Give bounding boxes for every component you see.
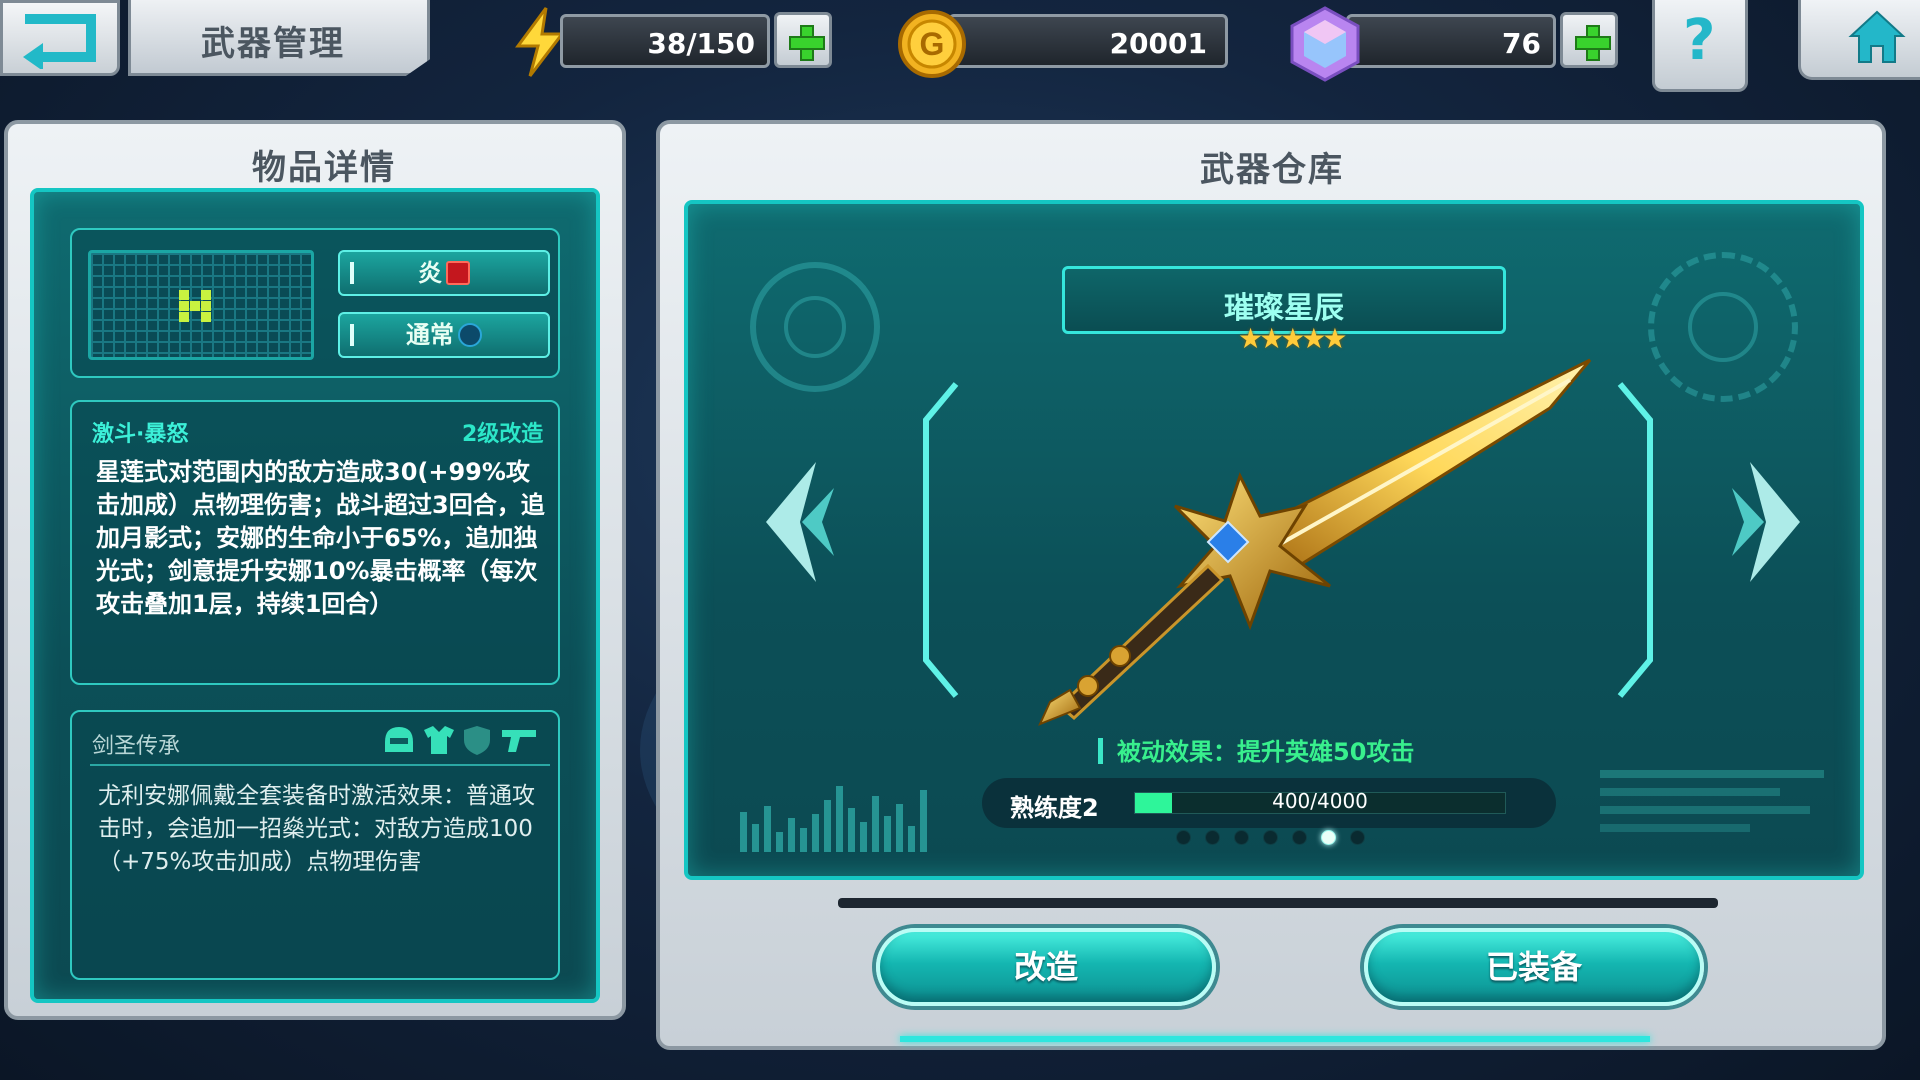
svg-text:G: G	[920, 26, 945, 62]
previous-weapon-arrow[interactable]	[746, 452, 836, 592]
detail-panel-title: 物品详情	[252, 148, 396, 188]
set-piece-icons	[382, 722, 542, 758]
help-icon: ?	[1683, 8, 1716, 73]
gem-icon	[1290, 6, 1360, 82]
rarity-tag-label: 通常	[406, 321, 454, 349]
right-bracket-decoration	[1617, 382, 1653, 698]
equipped-button[interactable]: 已装备	[1364, 928, 1704, 1006]
element-tag-label: 炎	[418, 259, 442, 287]
helmet-icon	[385, 727, 413, 752]
gem-value: 76	[1502, 27, 1541, 60]
equalizer-decoration	[736, 770, 946, 852]
set-bonus-name: 剑圣传承	[92, 734, 181, 759]
item-pixel-icon	[88, 250, 314, 360]
page-dot[interactable]	[1205, 830, 1220, 845]
help-button[interactable]: ?	[1652, 0, 1748, 92]
skill-level: 2级改造	[462, 422, 544, 447]
top-bar: 武器管理 38/150 20001 G 76 ?	[0, 0, 1920, 92]
proficiency-bar: 熟练度2 400/4000	[982, 778, 1556, 828]
fire-element-icon	[446, 261, 470, 285]
rarity-tag: 通常	[338, 312, 550, 358]
page-title-plate: 武器管理	[128, 0, 430, 76]
add-energy-button[interactable]	[774, 12, 832, 68]
page-dot[interactable]	[1176, 830, 1191, 845]
hud-lines-decoration	[1600, 770, 1824, 850]
proficiency-value: 400/4000	[1272, 789, 1368, 813]
page-dot[interactable]	[1350, 830, 1365, 845]
divider	[838, 898, 1718, 908]
element-tag: 炎	[338, 250, 550, 296]
warehouse-panel-title: 武器仓库	[1200, 150, 1344, 190]
gem-bar: 76	[1346, 14, 1556, 68]
home-button[interactable]	[1798, 0, 1920, 80]
passive-effect: 被动效果：提升英雄50攻击	[1098, 732, 1414, 767]
back-icon	[23, 14, 96, 69]
passive-effect-text: 被动效果：提升英雄50攻击	[1117, 738, 1415, 766]
left-bracket-decoration	[923, 382, 959, 698]
page-title: 武器管理	[201, 24, 345, 64]
page-dot[interactable]	[1234, 830, 1249, 845]
skill-description: 星莲式对范围内的敌方造成30(+99%攻击加成）点物理伤害；战斗超过3回合，追加…	[96, 458, 545, 618]
weapon-star-rating: ★★★★★	[1238, 322, 1347, 355]
rarity-icon	[458, 323, 482, 347]
back-button[interactable]	[0, 0, 120, 76]
page-dot[interactable]	[1321, 830, 1336, 845]
page-dot[interactable]	[1263, 830, 1278, 845]
modify-button[interactable]: 改造	[876, 928, 1216, 1006]
page-dot[interactable]	[1292, 830, 1307, 845]
energy-value: 38/150	[647, 27, 755, 60]
sword-weapon-image	[1038, 358, 1592, 726]
armor-icon	[424, 726, 454, 754]
skill-name: 激斗·暴怒	[92, 422, 189, 447]
shield-icon	[464, 726, 490, 755]
gold-value: 20001	[1109, 27, 1207, 60]
weapon-name: 璀璨星辰	[1224, 291, 1344, 326]
gun-icon	[502, 730, 536, 752]
add-gem-button[interactable]	[1560, 12, 1618, 68]
proficiency-label: 熟练度2	[1010, 794, 1099, 822]
gold-coin-icon: G	[898, 10, 966, 78]
glow-strip	[900, 1036, 1650, 1042]
home-icon	[1848, 10, 1906, 63]
next-weapon-arrow[interactable]	[1730, 452, 1820, 592]
set-bonus-description: 尤利安娜佩戴全套装备时激活效果：普通攻击时，会追加一招燊光式：对敌方造成100（…	[98, 783, 535, 875]
energy-bar: 38/150	[560, 14, 770, 68]
gold-bar: 20001	[948, 14, 1228, 68]
